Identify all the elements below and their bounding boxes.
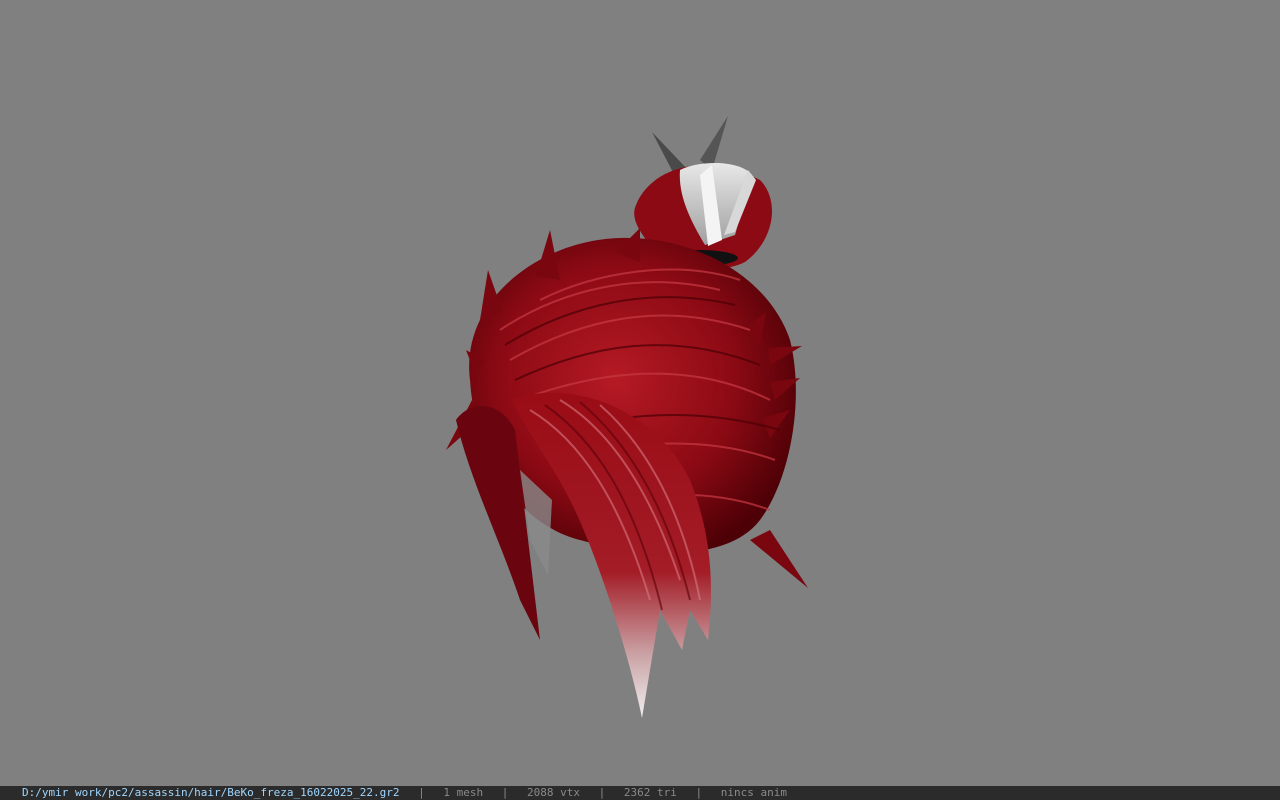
separator: | (418, 786, 425, 799)
3d-viewport[interactable] (0, 0, 1280, 786)
top-spike-right (700, 116, 728, 170)
separator: | (598, 786, 606, 799)
vertex-count: 2088 vtx (527, 786, 580, 799)
separator: | (501, 786, 509, 799)
triangle-count: 2362 tri (623, 786, 677, 799)
status-bar: D:/ymir work/pc2/assassin/hair/BeKo_frez… (0, 786, 1280, 800)
hair-model-render (446, 116, 808, 718)
separator: | (695, 786, 703, 799)
animation-status: nincs anim (720, 786, 787, 799)
file-path: D:/ymir work/pc2/assassin/hair/BeKo_frez… (22, 786, 400, 799)
mesh-count: 1 mesh (443, 786, 484, 799)
